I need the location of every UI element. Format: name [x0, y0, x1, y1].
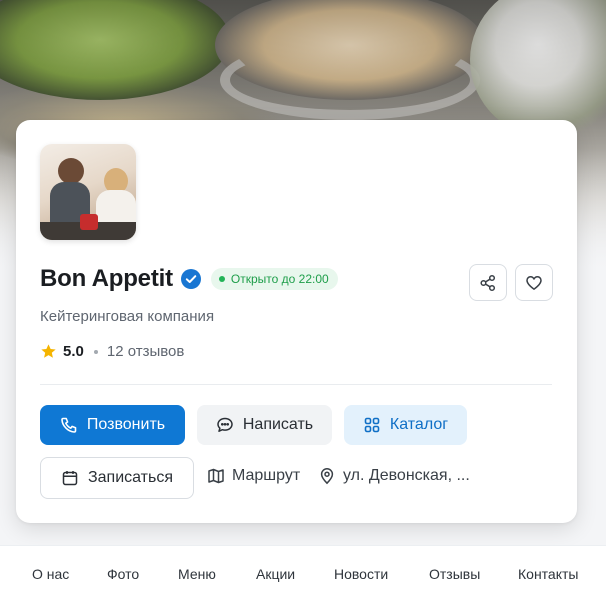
share-button[interactable] — [469, 264, 507, 301]
message-button-label: Написать — [242, 416, 314, 433]
status-text: Открыто до 22:00 — [230, 272, 329, 286]
separator-dot — [93, 349, 98, 354]
chat-bubble-icon — [217, 417, 233, 432]
star-icon — [41, 344, 56, 358]
tab-news[interactable]: Новости — [334, 566, 388, 582]
call-button-label: Позвонить — [86, 416, 166, 433]
catalog-button[interactable]: Каталог — [344, 405, 467, 445]
business-card: Bon Appetit Открыто до 22:00 Кейтерингов… — [16, 120, 577, 523]
call-button[interactable]: Позвонить — [40, 405, 185, 445]
status-dot-icon — [218, 276, 225, 282]
verified-check-icon — [180, 269, 201, 289]
business-name: Bon Appetit — [40, 265, 173, 292]
business-category: Кейтеринговая компания — [40, 308, 215, 325]
map-icon — [208, 468, 224, 484]
address-link-label: ул. Девонская, ... — [343, 467, 470, 484]
phone-icon — [61, 417, 77, 433]
heart-icon — [526, 275, 542, 290]
open-status-badge: Открыто до 22:00 — [210, 268, 338, 290]
share-icon — [480, 274, 496, 291]
location-pin-icon — [320, 468, 334, 485]
catalog-button-label: Каталог — [389, 416, 449, 433]
message-button[interactable]: Написать — [197, 405, 332, 445]
tab-about[interactable]: О нас — [32, 566, 69, 582]
divider — [40, 384, 552, 385]
tab-contacts[interactable]: Контакты — [518, 566, 578, 582]
business-avatar[interactable] — [40, 144, 136, 240]
tab-promotions[interactable]: Акции — [256, 566, 295, 582]
route-link[interactable]: Маршрут — [207, 467, 300, 485]
grid-icon — [364, 417, 380, 433]
calendar-icon — [62, 471, 78, 486]
tab-reviews[interactable]: Отзывы — [429, 566, 480, 582]
tab-photos[interactable]: Фото — [107, 566, 139, 582]
reviews-count-link[interactable]: 12 отзывов — [107, 343, 185, 360]
book-button[interactable]: Записаться — [40, 457, 194, 499]
title-row: Bon Appetit Открыто до 22:00 — [40, 265, 338, 293]
section-tabs: О нас Фото Меню Акции Новости Отзывы Кон… — [0, 545, 606, 596]
rating-score: 5.0 — [63, 343, 84, 360]
address-link[interactable]: ул. Девонская, ... — [318, 467, 470, 485]
route-link-label: Маршрут — [232, 467, 301, 484]
favorite-button[interactable] — [515, 264, 553, 301]
tab-menu[interactable]: Меню — [178, 566, 216, 582]
rating-row[interactable]: 5.0 12 отзывов — [40, 343, 184, 360]
book-button-label: Записаться — [87, 469, 174, 486]
